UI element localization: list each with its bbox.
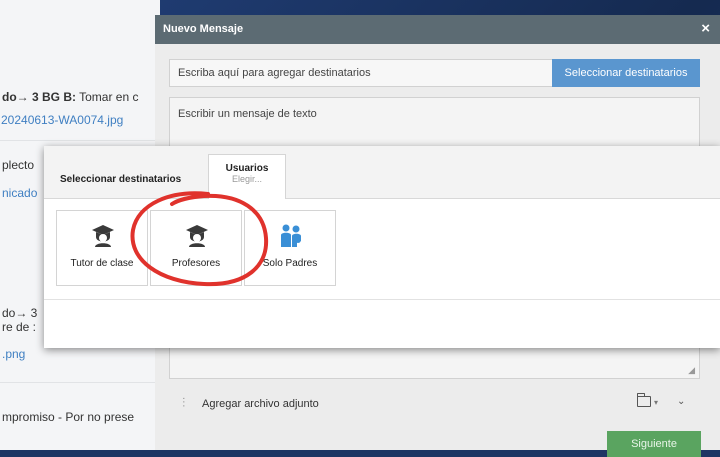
tab-users-subtitle: Elegir...: [231, 174, 262, 184]
resize-handle-icon[interactable]: ◢: [688, 365, 695, 376]
message-preview-4[interactable]: mpromiso - Por no prese: [2, 410, 162, 424]
recipients-input[interactable]: Escriba aquí para agregar destinatarios: [169, 59, 553, 87]
chevron-down-icon[interactable]: ⌄: [677, 396, 685, 407]
preview-1-prefix: do→ 3 BG B:: [2, 90, 76, 104]
divider: [0, 140, 160, 141]
teacher-icon: [92, 225, 114, 247]
paperclip-icon: ⫶: [182, 395, 186, 410]
selector-tabbar: Seleccionar destinatarios Usuarios Elegi…: [44, 146, 720, 199]
close-icon[interactable]: ×: [701, 20, 710, 37]
tab-users[interactable]: Usuarios Elegir...: [208, 154, 286, 199]
selector-title: Seleccionar destinatarios: [60, 174, 182, 185]
option-teachers[interactable]: Profesores: [150, 210, 242, 286]
option-parents-only[interactable]: Solo Padres: [244, 210, 336, 286]
attachment-link-3[interactable]: .png: [2, 347, 162, 361]
divider: [0, 382, 160, 383]
caret-down-icon: ▾: [654, 398, 659, 407]
select-recipients-button[interactable]: Seleccionar destinatarios: [552, 59, 700, 87]
preview-1-text: Tomar en c: [76, 90, 139, 104]
option-class-tutor[interactable]: Tutor de clase: [56, 210, 148, 286]
option-label: Profesores: [171, 258, 221, 269]
add-attachment-link[interactable]: Agregar archivo adjunto: [202, 398, 319, 410]
option-label: Tutor de clase: [70, 258, 134, 269]
folder-icon[interactable]: [636, 393, 651, 407]
divider: [44, 299, 720, 300]
next-button[interactable]: Siguiente: [607, 431, 701, 457]
message-placeholder: Escribir un mensaje de texto: [178, 108, 317, 120]
modal-title: Nuevo Mensaje: [163, 23, 244, 35]
option-label: Solo Padres: [262, 258, 318, 269]
attachment-link-1[interactable]: 20240613-WA0074.jpg: [1, 113, 161, 127]
message-preview-1[interactable]: do→ 3 BG B: Tomar en c: [2, 90, 162, 104]
recipient-selector-popup: Seleccionar destinatarios Usuarios Elegi…: [44, 146, 720, 348]
modal-header: Nuevo Mensaje ×: [155, 15, 720, 44]
parents-icon: [281, 224, 301, 247]
teacher-icon: [186, 225, 208, 247]
tab-users-title: Usuarios: [225, 163, 269, 174]
